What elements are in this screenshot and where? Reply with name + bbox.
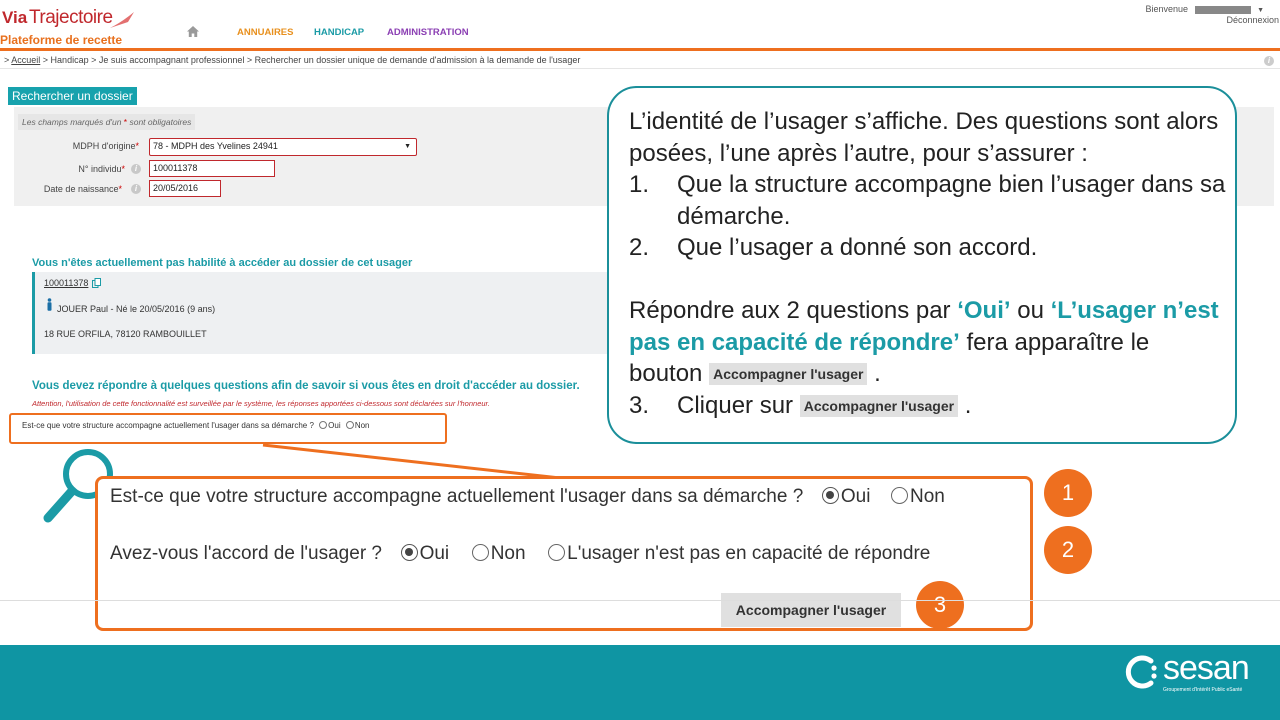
mdph-label: MDPH d'origine*	[19, 141, 139, 151]
zoom-question-1-text: Est-ce que votre structure accompagne ac…	[110, 486, 804, 507]
patient-id-link[interactable]: 100011378	[44, 278, 88, 288]
logo-trajectoire: Trajectoire	[29, 7, 113, 28]
radio-q1-non-label: Non	[909, 486, 945, 507]
breadcrumb: > Accueil > Handicap > Je suis accompagn…	[4, 55, 580, 65]
breadcrumb-home-link[interactable]: Accueil	[11, 55, 40, 65]
instruction-item-2: 2. Que l’usager a donné son accord.	[629, 232, 1229, 264]
required-note-text-b: sont obligatoires	[127, 117, 192, 127]
footer-divider	[0, 600, 1280, 601]
dob-label: Date de naissance*	[2, 184, 122, 194]
radio-q1-non[interactable]	[890, 487, 908, 504]
mdph-label-text: MDPH d'origine	[72, 141, 136, 151]
radio-q2-non[interactable]	[471, 544, 489, 561]
step-badge-2: 2	[1044, 526, 1092, 574]
instruction-number: 2.	[629, 234, 650, 261]
redacted-username	[1194, 5, 1251, 14]
sesan-logo-text: sesan	[1163, 649, 1250, 687]
accompagner-usager-button[interactable]: Accompagner l'usager	[721, 593, 901, 627]
zoom-question-1: Est-ce que votre structure accompagne ac…	[110, 486, 945, 508]
app-header: Via Trajectoire Plateforme de recette AN…	[0, 0, 1280, 51]
nav-annuaires[interactable]: ANNUAIRES	[237, 27, 293, 38]
radio-non-label: Non	[354, 421, 370, 430]
caret-down-icon: ▼	[1257, 7, 1264, 14]
radio-q2-non-label: Non	[490, 543, 526, 564]
search-section-title: Rechercher un dossier	[8, 87, 137, 105]
instruction-p2-a: Répondre aux 2 questions par	[629, 297, 958, 324]
nav-handicap[interactable]: HANDICAP	[314, 27, 364, 38]
radio-q1-oui[interactable]	[821, 487, 839, 504]
patient-address: 18 RUE ORFILA, 78120 RAMBOUILLET	[44, 329, 207, 339]
radio-q2-incapable[interactable]	[548, 544, 566, 561]
instruction-p2-ou: ou	[1010, 297, 1051, 324]
welcome-label: Bienvenue	[1145, 4, 1189, 14]
breadcrumb-trail: > Handicap > Je suis accompagnant profes…	[40, 55, 581, 65]
required-star: *	[121, 164, 125, 174]
header-divider	[0, 48, 1280, 51]
required-star: *	[118, 184, 122, 194]
required-note-text-a: Les champs marqués d'un	[22, 117, 124, 127]
small-question-text: Est-ce que votre structure accompagne ac…	[22, 421, 314, 430]
info-icon[interactable]: i	[131, 184, 141, 194]
not-authorized-message: Vous n'êtes actuellement pas habilité à …	[32, 257, 413, 269]
help-info-icon[interactable]: i	[1264, 56, 1274, 66]
sesan-logo-icon	[1125, 655, 1157, 689]
instruction-number: 3.	[629, 391, 650, 419]
home-icon[interactable]	[186, 25, 200, 38]
instruction-item-1: 1. Que la structure accompagne bien l’usa…	[629, 169, 1229, 232]
breadcrumb-prefix: >	[4, 55, 10, 65]
mdph-select-value: 78 - MDPH des Yvelines 24941	[153, 141, 278, 151]
radio-q2-oui[interactable]	[400, 544, 418, 561]
copy-icon[interactable]	[92, 278, 101, 288]
instruction-p2-end: .	[867, 360, 881, 387]
instruction-item-3: 3. Cliquer sur Accompagner l'usager .	[629, 390, 1229, 422]
dob-label-text: Date de naissance	[43, 184, 119, 194]
inline-button-label: Accompagner l'usager	[799, 394, 959, 417]
instruction-paragraph: Répondre aux 2 questions par ‘Oui’ ou ‘L…	[629, 295, 1229, 390]
highlight-oui: ‘Oui’	[957, 297, 1011, 324]
step-badge-1: 1	[1044, 469, 1092, 517]
radio-q1-oui-label: Oui	[840, 486, 871, 507]
zoom-question-2-text: Avez-vous l'accord de l'usager ?	[110, 543, 382, 564]
breadcrumb-divider	[0, 68, 1280, 69]
zoom-question-2: Avez-vous l'accord de l'usager ? Oui Non…	[110, 543, 930, 565]
user-menu[interactable]: Bienvenue ▼	[1145, 4, 1264, 14]
questions-title: Vous devez répondre à quelques questions…	[32, 380, 580, 392]
radio-oui[interactable]	[319, 421, 328, 429]
instruction-item-3-a: Cliquer sur	[677, 391, 800, 419]
radio-oui-label: Oui	[328, 421, 341, 430]
footer-band	[0, 645, 1280, 720]
logout-link[interactable]: Déconnexion	[1226, 15, 1279, 25]
sesan-tagline: Groupement d'Intérêt Public eSanté	[1163, 687, 1243, 693]
person-icon	[47, 298, 52, 311]
questions-warning: Attention, l'utilisation de cette foncti…	[32, 399, 490, 408]
inline-button-label: Accompagner l'usager	[709, 363, 868, 385]
instructions-intro: L’identité de l’usager s’affiche. Des qu…	[629, 108, 1219, 167]
mdph-select[interactable]: 78 - MDPH des Yvelines 24941 ▼	[149, 138, 417, 156]
info-icon[interactable]: i	[131, 164, 141, 174]
logo-arrow-icon	[110, 12, 134, 28]
individu-label: N° individu*	[5, 164, 125, 174]
platform-label: Plateforme de recette	[0, 33, 123, 47]
small-question-1: Est-ce que votre structure accompagne ac…	[22, 421, 370, 430]
required-fields-note: Les champs marqués d'un * sont obligatoi…	[18, 114, 196, 130]
instruction-item-3-end: .	[958, 391, 972, 419]
step-badge-3: 3	[916, 581, 964, 629]
patient-name: JOUER Paul - Né le 20/05/2016 (9 ans)	[57, 304, 216, 314]
instruction-item-2-text: Que l’usager a donné son accord.	[677, 234, 1038, 261]
chevron-down-icon: ▼	[404, 143, 411, 150]
instructions-text: L’identité de l’usager s’affiche. Des qu…	[629, 106, 1229, 421]
nav-administration[interactable]: ADMINISTRATION	[387, 27, 469, 38]
individu-input[interactable]: 100011378	[149, 160, 275, 177]
required-star: *	[135, 141, 139, 151]
radio-non[interactable]	[345, 421, 354, 429]
individu-label-text: N° individu	[78, 164, 122, 174]
instruction-number: 1.	[629, 171, 650, 198]
dob-input[interactable]: 20/05/2016	[149, 180, 221, 197]
page: Via Trajectoire Plateforme de recette AN…	[0, 0, 1280, 720]
radio-q2-incapable-label: L'usager n'est pas en capacité de répond…	[567, 543, 931, 564]
logo-via: Via	[2, 8, 28, 27]
radio-q2-oui-label: Oui	[419, 543, 450, 564]
instruction-item-1-text: Que la structure accompagne bien l’usage…	[677, 171, 1226, 230]
